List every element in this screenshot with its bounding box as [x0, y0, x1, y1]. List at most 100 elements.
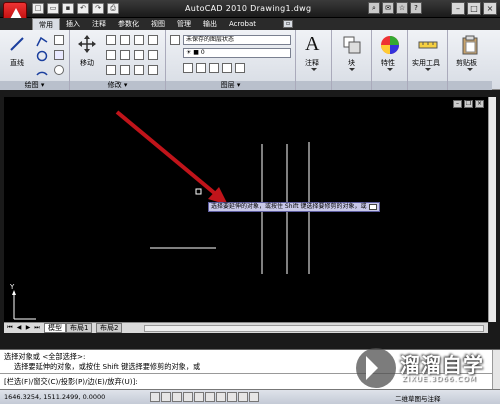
hatch-icon[interactable]: [54, 50, 64, 60]
dyn-toggle[interactable]: [227, 392, 237, 402]
prompt-options-icon[interactable]: [369, 203, 378, 210]
plot-icon[interactable]: ⎙: [107, 3, 119, 14]
draw-panel-title[interactable]: 绘图 ▾: [0, 81, 69, 90]
array-icon[interactable]: [134, 65, 144, 75]
layer-properties-icon[interactable]: [170, 35, 180, 45]
first-tab-arrow[interactable]: ⏮: [6, 324, 14, 332]
ortho-toggle[interactable]: [172, 392, 182, 402]
ribbon-minimize-button[interactable]: ▫: [283, 20, 293, 28]
utilities-panel[interactable]: 实用工具: [408, 30, 448, 90]
tab-acrobat[interactable]: Acrobat: [223, 18, 262, 30]
command-history-line-1: 选择对象或 <全部选择>:: [4, 352, 86, 361]
properties-dropdown-arrow: [387, 68, 393, 71]
ucs-y-label: Y: [10, 283, 15, 291]
drawing-canvas[interactable]: – ❐ × Y 选择要延伸的对象，或按住 Shift 键选择要修剪的对象，或: [4, 97, 488, 322]
tab-model[interactable]: 模型: [44, 323, 66, 333]
save-icon[interactable]: ▪: [62, 3, 74, 14]
stretch-icon[interactable]: [106, 65, 116, 75]
layers-panel-title[interactable]: 图层 ▾: [166, 81, 295, 90]
coordinate-readout: 1646.3254, 1511.2499, 0.0000: [4, 393, 106, 401]
watermark: 溜溜自学 ZIXUE.3D66.COM: [356, 346, 496, 390]
ellipse-icon[interactable]: [54, 65, 64, 75]
redo-icon[interactable]: ↷: [92, 3, 104, 14]
tab-parametric[interactable]: 参数化: [112, 18, 145, 30]
maximize-button[interactable]: □: [467, 2, 481, 15]
layer-state-dropdown[interactable]: 未保存的图层状态: [183, 35, 291, 45]
properties-label: 特性: [381, 59, 395, 67]
new-icon[interactable]: □: [32, 3, 44, 14]
circle-icon[interactable]: [36, 50, 48, 62]
minimize-button[interactable]: –: [451, 2, 465, 15]
current-layer-dropdown[interactable]: ☀ ■ 0: [183, 48, 291, 58]
trim-icon[interactable]: [120, 35, 130, 45]
rectangle-icon[interactable]: [54, 35, 64, 45]
layers-panel: 未保存的图层状态 ☀ ■ 0 图层 ▾: [166, 30, 296, 90]
help-icon[interactable]: ?: [410, 2, 422, 14]
undo-icon[interactable]: ↶: [77, 3, 89, 14]
prompt-text: 选择要延伸的对象，或按住 Shift 键选择要修剪的对象，或: [211, 203, 367, 210]
arc-icon[interactable]: [36, 65, 48, 77]
layer-freeze-icon[interactable]: [196, 63, 206, 73]
polyline-icon[interactable]: [36, 35, 48, 47]
tab-manage[interactable]: 管理: [171, 18, 197, 30]
clipboard-panel[interactable]: 剪贴板: [448, 30, 492, 90]
properties-panel[interactable]: 特性: [372, 30, 408, 90]
ucs-icon: [12, 290, 36, 320]
tab-view[interactable]: 视图: [145, 18, 171, 30]
layer-off-icon[interactable]: [209, 63, 219, 73]
layer-match-icon[interactable]: [235, 63, 245, 73]
prev-tab-arrow[interactable]: ◀: [15, 324, 23, 332]
rotate-icon[interactable]: [106, 35, 116, 45]
tab-layout1[interactable]: 布局1: [66, 323, 93, 333]
block-panel[interactable]: 块: [332, 30, 372, 90]
tab-insert[interactable]: 插入: [60, 18, 86, 30]
mirror-icon[interactable]: [106, 50, 116, 60]
command-input-line[interactable]: [栏选(F)/窗交(C)/投影(P)/边(E)/放弃(U)]:: [4, 377, 138, 387]
lineweight-toggle[interactable]: [238, 392, 248, 402]
annotation-panel[interactable]: A 注释: [296, 30, 332, 90]
close-button[interactable]: ×: [483, 2, 497, 15]
erase-icon[interactable]: [134, 35, 144, 45]
info-center: ⌕ ✉ ☆ ?: [368, 2, 422, 14]
copy-icon[interactable]: [148, 35, 158, 45]
polar-toggle[interactable]: [183, 392, 193, 402]
explode-icon[interactable]: [134, 50, 144, 60]
snap-toggle[interactable]: [150, 392, 160, 402]
chamfer-icon[interactable]: [148, 65, 158, 75]
open-icon[interactable]: ▭: [47, 3, 59, 14]
pickbox-cursor: [195, 188, 202, 195]
line-icon[interactable]: [9, 36, 25, 52]
otrack-toggle[interactable]: [205, 392, 215, 402]
tab-output[interactable]: 输出: [197, 18, 223, 30]
layout-tab-bar: ⏮ ◀ ▶ ⏭ 模型 布局1 布局2: [4, 322, 488, 333]
move-icon[interactable]: [78, 35, 96, 53]
favorites-icon[interactable]: ☆: [396, 2, 408, 14]
vertical-scrollbar[interactable]: [488, 97, 496, 322]
grid-toggle[interactable]: [161, 392, 171, 402]
utilities-dropdown-arrow: [425, 68, 431, 71]
tab-annotate[interactable]: 注释: [86, 18, 112, 30]
window-controls: – □ ×: [451, 2, 497, 15]
layer-isolate-icon[interactable]: [183, 63, 193, 73]
layer-lock-icon[interactable]: [222, 63, 232, 73]
search-icon[interactable]: ⌕: [368, 2, 380, 14]
color-wheel-icon: [381, 36, 399, 54]
last-tab-arrow[interactable]: ⏭: [33, 324, 41, 332]
annotation-dropdown-arrow: [311, 68, 317, 71]
modify-panel-title[interactable]: 修改 ▾: [70, 81, 165, 90]
osnap-toggle[interactable]: [194, 392, 204, 402]
quick-properties-toggle[interactable]: [249, 392, 259, 402]
tab-home[interactable]: 常用: [32, 18, 60, 30]
scale-icon[interactable]: [120, 65, 130, 75]
ducs-toggle[interactable]: [216, 392, 226, 402]
tab-layout2[interactable]: 布局2: [96, 323, 123, 333]
next-tab-arrow[interactable]: ▶: [24, 324, 32, 332]
watermark-play-icon: [356, 348, 396, 388]
fillet-icon[interactable]: [120, 50, 130, 60]
horizontal-scrollbar[interactable]: [144, 325, 484, 332]
communication-icon[interactable]: ✉: [382, 2, 394, 14]
line-label: 直线: [10, 59, 24, 67]
offset-icon[interactable]: [148, 50, 158, 60]
draw-panel: 直线 绘图 ▾: [0, 30, 70, 90]
workspace-switch[interactable]: 二维草图与注释: [395, 393, 441, 403]
